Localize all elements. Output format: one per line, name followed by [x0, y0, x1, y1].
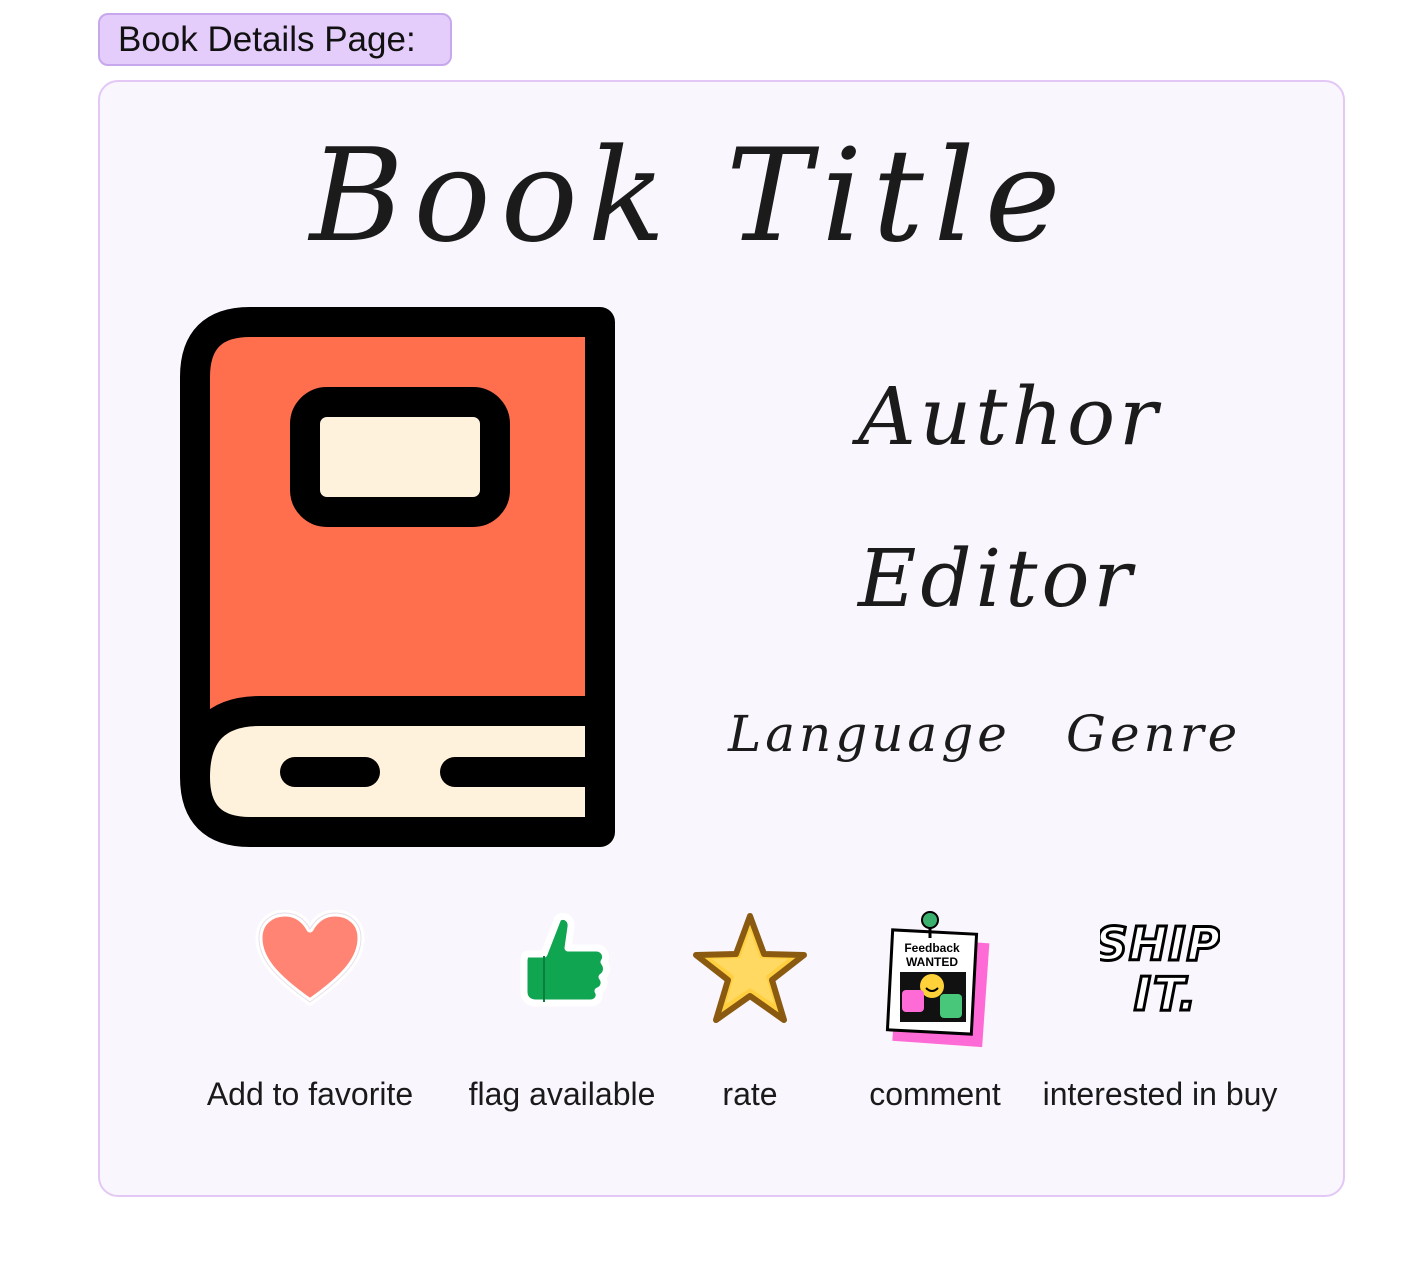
comment-button[interactable]: Feedback WANTED comment	[860, 910, 1010, 1120]
ship-it-icon: SHIP IT.	[1100, 916, 1220, 1021]
book-title: Book Title	[309, 122, 1071, 271]
page-label: Book Details Page:	[98, 13, 452, 66]
feedback-text: Feedback	[904, 941, 960, 955]
flag-available-button[interactable]: flag available	[462, 910, 662, 1120]
book-details-card: Book Title Author Editor Language Genre …	[98, 80, 1345, 1197]
add-to-favorite-button[interactable]: Add to favorite	[200, 910, 420, 1120]
add-to-favorite-label: Add to favorite	[206, 1076, 414, 1112]
interested-in-buy-button[interactable]: SHIP IT. interested in buy	[1035, 910, 1285, 1120]
comment-label: comment	[869, 1076, 1001, 1112]
rate-button[interactable]: rate	[680, 910, 820, 1120]
author-name: Author	[858, 370, 1162, 463]
flag-available-label: flag available	[468, 1076, 656, 1112]
editor-name: Editor	[858, 532, 1136, 625]
interested-in-buy-label: interested in buy	[1042, 1076, 1278, 1112]
thumbs-up-icon	[520, 912, 610, 1007]
it-text: IT.	[1134, 967, 1198, 1020]
book-icon	[180, 307, 615, 847]
feedback-wanted-icon: Feedback WANTED	[885, 911, 990, 1048]
wanted-text: WANTED	[906, 955, 958, 969]
genre-label: Genre	[1066, 705, 1242, 763]
star-icon	[693, 913, 807, 1023]
rate-label: rate	[722, 1076, 778, 1112]
language-label: Language	[728, 705, 1011, 763]
ship-text: SHIP	[1100, 917, 1220, 971]
heart-icon	[255, 910, 365, 1006]
